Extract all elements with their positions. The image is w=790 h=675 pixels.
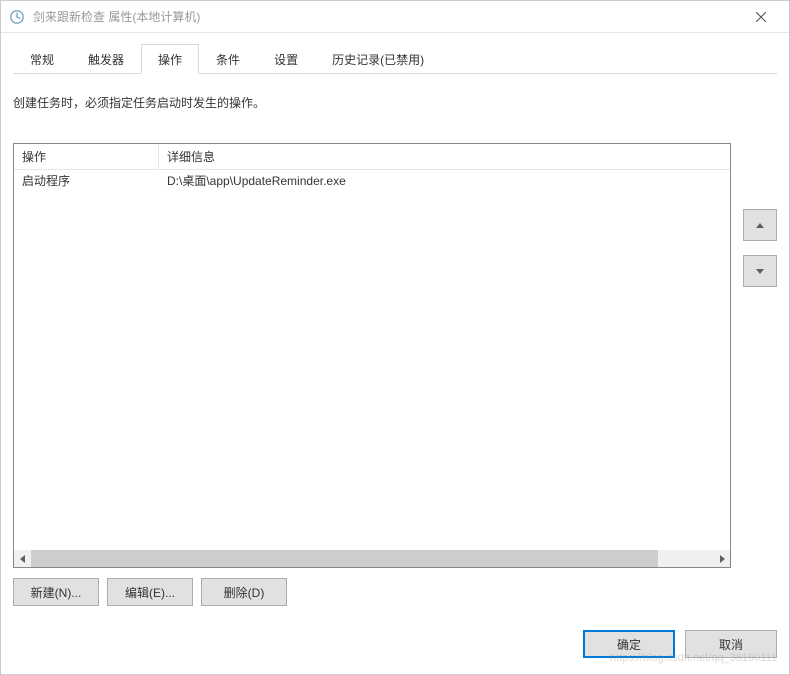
col-header-action[interactable]: 操作 xyxy=(14,144,159,169)
clock-icon xyxy=(9,9,25,25)
actions-panel: 创建任务时，必须指定任务启动时发生的操作。 操作 详细信息 启动程序 D:\桌面… xyxy=(13,74,777,606)
list-headers: 操作 详细信息 xyxy=(14,144,730,170)
new-button[interactable]: 新建(N)... xyxy=(13,578,99,606)
tab-general[interactable]: 常规 xyxy=(13,44,71,73)
tab-triggers[interactable]: 触发器 xyxy=(71,44,141,73)
reorder-buttons xyxy=(743,209,777,568)
list-rows: 启动程序 D:\桌面\app\UpdateReminder.exe xyxy=(14,170,730,550)
move-up-button[interactable] xyxy=(743,209,777,241)
delete-button[interactable]: 删除(D) xyxy=(201,578,287,606)
scroll-track[interactable] xyxy=(31,550,713,567)
row-details: D:\桌面\app\UpdateReminder.exe xyxy=(159,170,730,191)
titlebar: 剑来跟新检查 属性(本地计算机) xyxy=(1,1,789,33)
move-down-button[interactable] xyxy=(743,255,777,287)
scroll-thumb[interactable] xyxy=(31,550,658,567)
tab-strip: 常规 触发器 操作 条件 设置 历史记录(已禁用) xyxy=(13,45,777,73)
tab-history[interactable]: 历史记录(已禁用) xyxy=(315,44,441,73)
tab-actions[interactable]: 操作 xyxy=(141,44,199,74)
ok-button[interactable]: 确定 xyxy=(583,630,675,658)
window-title: 剑来跟新检查 属性(本地计算机) xyxy=(33,8,741,25)
properties-dialog: 剑来跟新检查 属性(本地计算机) 常规 触发器 操作 条件 设置 历史记录(已禁… xyxy=(0,0,790,675)
scroll-left-icon[interactable] xyxy=(14,550,31,567)
close-icon[interactable] xyxy=(741,1,781,33)
dialog-content: 常规 触发器 操作 条件 设置 历史记录(已禁用) 创建任务时，必须指定任务启动… xyxy=(1,33,789,674)
col-header-details[interactable]: 详细信息 xyxy=(159,144,730,169)
scroll-right-icon[interactable] xyxy=(713,550,730,567)
horizontal-scrollbar[interactable] xyxy=(14,550,730,567)
row-action: 启动程序 xyxy=(14,170,159,191)
tab-settings[interactable]: 设置 xyxy=(257,44,315,73)
dialog-footer: 确定 取消 xyxy=(13,606,777,662)
actions-list[interactable]: 操作 详细信息 启动程序 D:\桌面\app\UpdateReminder.ex… xyxy=(13,143,731,568)
list-area: 操作 详细信息 启动程序 D:\桌面\app\UpdateReminder.ex… xyxy=(13,143,777,568)
action-buttons-row: 新建(N)... 编辑(E)... 删除(D) xyxy=(13,578,777,606)
edit-button[interactable]: 编辑(E)... xyxy=(107,578,193,606)
cancel-button[interactable]: 取消 xyxy=(685,630,777,658)
table-row[interactable]: 启动程序 D:\桌面\app\UpdateReminder.exe xyxy=(14,170,730,191)
tab-conditions[interactable]: 条件 xyxy=(199,44,257,73)
instructions-text: 创建任务时，必须指定任务启动时发生的操作。 xyxy=(13,94,777,111)
